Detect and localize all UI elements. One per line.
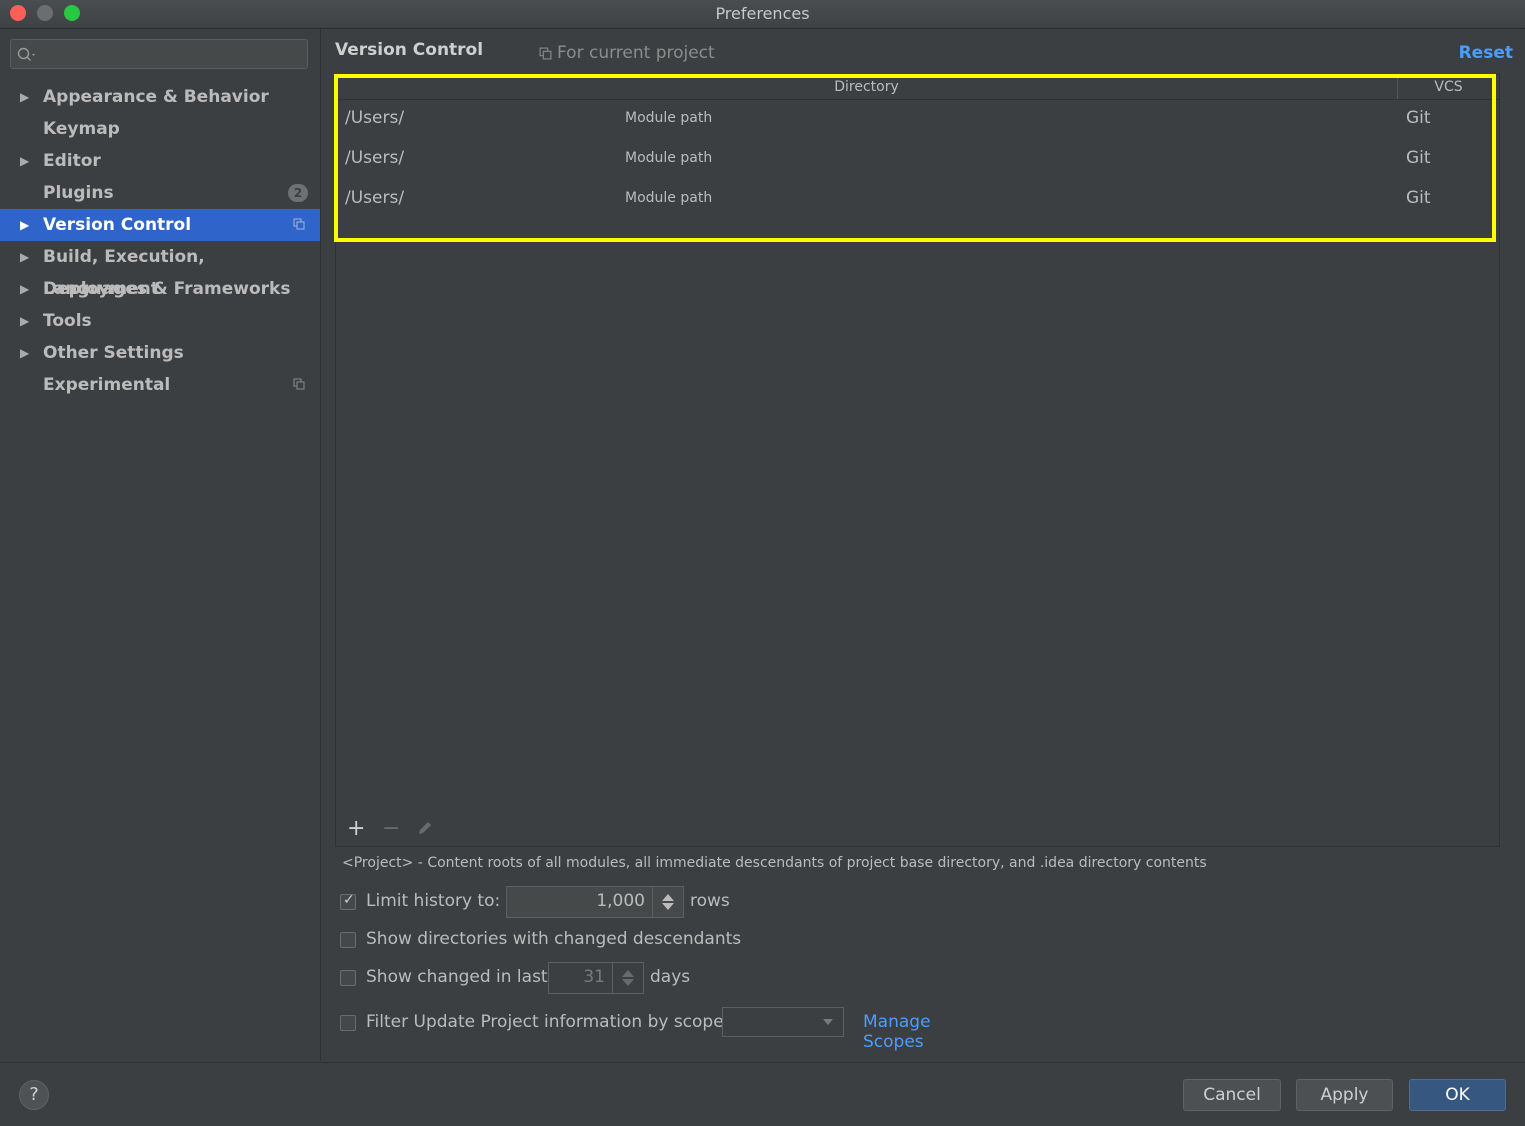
sidebar-item-experimental[interactable]: Experimental	[0, 369, 320, 401]
show-changed-days-spinner[interactable]: 31	[548, 962, 644, 994]
limit-history-spinner[interactable]: 1,000	[506, 886, 684, 918]
show-directories-label: Show directories with changed descendant…	[366, 929, 742, 949]
edit-pencil-icon[interactable]	[416, 819, 434, 837]
settings-content: Version Control For current project Rese…	[321, 29, 1525, 1061]
project-settings-icon	[539, 47, 552, 60]
sidebar-item-tools[interactable]: ▶ Tools	[0, 305, 320, 337]
settings-search-input[interactable]	[10, 39, 308, 69]
expand-arrow-icon[interactable]: ▶	[20, 305, 29, 337]
expand-arrow-icon[interactable]: ▶	[20, 337, 29, 369]
limit-history-suffix: rows	[690, 891, 730, 911]
table-row[interactable]: /Users/ Module path Git	[336, 139, 1499, 179]
show-changed-checkbox[interactable]	[340, 970, 356, 986]
expand-arrow-icon[interactable]: ▶	[20, 241, 29, 273]
module-path-cell: Module path	[625, 110, 713, 126]
sidebar-item-plugins[interactable]: Plugins 2	[0, 177, 320, 209]
spinner-arrows-icon[interactable]	[612, 963, 643, 993]
show-directories-checkbox[interactable]	[340, 932, 356, 948]
title-bar: Preferences	[0, 0, 1525, 29]
limit-history-checkbox[interactable]: ✓	[340, 892, 356, 910]
scope-indicator: For current project	[539, 43, 715, 63]
directory-cell: /Users/	[345, 188, 405, 208]
filter-scope-checkbox[interactable]	[340, 1015, 356, 1031]
window-title: Preferences	[715, 4, 810, 23]
column-header-vcs[interactable]: VCS	[1398, 75, 1499, 99]
checkmark-icon: ✓	[343, 892, 355, 908]
sidebar-item-label: Appearance & Behavior	[43, 87, 269, 107]
project-description: <Project> - Content roots of all modules…	[342, 855, 1207, 871]
ok-button[interactable]: OK	[1409, 1079, 1506, 1111]
expand-arrow-icon[interactable]: ▶	[20, 273, 29, 305]
show-changed-suffix: days	[650, 967, 691, 987]
reset-link[interactable]: Reset	[1459, 43, 1513, 63]
table-toolbar: + −	[335, 812, 1500, 847]
vcs-cell: Git	[1406, 148, 1431, 168]
table-row[interactable]: /Users/ Module path Git	[336, 99, 1499, 139]
filter-scope-label: Filter Update Project information by sco…	[366, 1012, 724, 1032]
help-button[interactable]: ?	[19, 1080, 49, 1110]
preferences-window: Preferences ▶ Appearance & Behavior Keym…	[0, 0, 1525, 1126]
sidebar-item-label: Version Control	[43, 215, 192, 235]
project-settings-icon	[293, 218, 305, 230]
manage-scopes-link[interactable]: Manage Scopes	[863, 1012, 931, 1052]
sidebar-item-label: Plugins	[43, 183, 114, 203]
sidebar-item-label: Editor	[43, 151, 101, 171]
limit-history-label: Limit history to:	[366, 891, 501, 911]
sidebar-item-label: Experimental	[43, 375, 171, 395]
cancel-button[interactable]: Cancel	[1183, 1079, 1281, 1111]
expand-arrow-icon[interactable]: ▶	[20, 81, 29, 113]
sidebar-item-other-settings[interactable]: ▶ Other Settings	[0, 337, 320, 369]
table-row[interactable]: /Users/ Module path Git	[336, 179, 1499, 219]
sidebar-item-build-execution-deployment[interactable]: ▶ Build, Execution, Deployment	[0, 241, 320, 299]
add-mapping-button[interactable]: +	[347, 817, 365, 841]
sidebar-item-label: Tools	[43, 311, 92, 331]
chevron-down-icon	[823, 1019, 833, 1025]
sidebar-item-languages-frameworks[interactable]: ▶ Languages & Frameworks	[0, 273, 320, 305]
vcs-mappings-table: Directory VCS /Users/ Module path Git /U…	[335, 74, 1500, 814]
directory-cell: /Users/	[345, 108, 405, 128]
dialog-footer: ? Cancel Apply OK	[0, 1062, 1525, 1126]
remove-mapping-button[interactable]: −	[382, 817, 400, 841]
sidebar-item-keymap[interactable]: Keymap	[0, 113, 320, 145]
module-path-cell: Module path	[625, 190, 713, 206]
scope-label: For current project	[557, 43, 715, 63]
settings-sidebar: ▶ Appearance & Behavior Keymap ▶ Editor …	[0, 29, 321, 1061]
plugins-update-badge: 2	[288, 184, 308, 202]
limit-history-value: 1,000	[596, 891, 645, 911]
sidebar-item-label: Languages & Frameworks	[43, 279, 291, 299]
sidebar-item-version-control[interactable]: ▶ Version Control	[0, 209, 320, 241]
scope-dropdown[interactable]	[722, 1007, 844, 1037]
directory-cell: /Users/	[345, 148, 405, 168]
module-path-cell: Module path	[625, 150, 713, 166]
expand-arrow-icon[interactable]: ▶	[20, 145, 29, 177]
sidebar-item-appearance-behavior[interactable]: ▶ Appearance & Behavior	[0, 81, 320, 113]
table-header: Directory VCS	[336, 75, 1499, 100]
apply-button[interactable]: Apply	[1296, 1079, 1393, 1111]
expand-arrow-icon[interactable]: ▶	[20, 209, 29, 241]
spinner-arrows-icon[interactable]	[652, 887, 683, 917]
column-header-directory[interactable]: Directory	[336, 75, 1398, 99]
sidebar-item-label: Keymap	[43, 119, 120, 139]
search-icon	[17, 47, 35, 61]
settings-nav: ▶ Appearance & Behavior Keymap ▶ Editor …	[0, 81, 320, 401]
project-settings-icon	[293, 378, 305, 390]
sidebar-item-editor[interactable]: ▶ Editor	[0, 145, 320, 177]
vcs-cell: Git	[1406, 188, 1431, 208]
sidebar-item-label: Other Settings	[43, 343, 184, 363]
page-title: Version Control	[335, 40, 484, 60]
show-changed-value: 31	[583, 967, 605, 987]
vcs-cell: Git	[1406, 108, 1431, 128]
show-changed-label: Show changed in last	[366, 967, 548, 987]
